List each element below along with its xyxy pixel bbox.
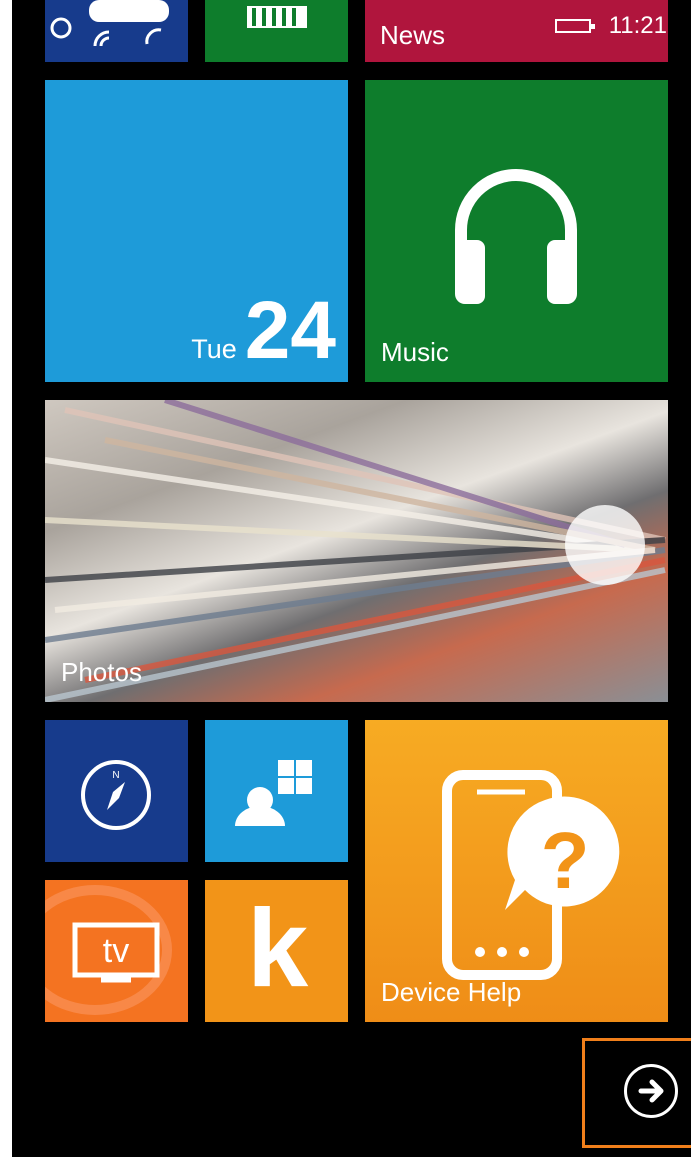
store-icon: [247, 6, 307, 28]
battery-icon: [554, 19, 595, 33]
tile-tv[interactable]: tv: [45, 880, 188, 1022]
tile-maps[interactable]: N: [45, 720, 188, 862]
tile-weather[interactable]: [45, 0, 188, 62]
tile-photos[interactable]: Photos: [45, 400, 668, 702]
people-icon: [235, 760, 312, 826]
start-screen: News 11:21 Tue 24 Music Photos N ? Devic…: [12, 0, 691, 1157]
calendar-day: Tue: [191, 334, 237, 365]
kindle-logo: k: [247, 887, 309, 1010]
tile-device-help[interactable]: ? Device Help: [365, 720, 668, 1022]
tile-people[interactable]: [205, 720, 348, 862]
svg-text:N: N: [112, 770, 119, 781]
calendar-date: Tue 24: [191, 285, 336, 377]
news-label: News: [380, 20, 446, 50]
device-help-label: Device Help: [381, 977, 522, 1007]
compass-icon: N: [81, 760, 151, 830]
arrow-right-circle-icon: [638, 1079, 664, 1103]
status-time: 11:21: [608, 12, 667, 39]
status-bar: 11:21: [554, 12, 667, 40]
tile-store[interactable]: [205, 0, 348, 62]
tv-label: tv: [103, 932, 129, 970]
svg-text:?: ?: [541, 816, 590, 905]
next-button[interactable]: [624, 1064, 678, 1118]
music-label: Music: [381, 337, 449, 367]
weather-icon: [50, 0, 169, 47]
tile-calendar[interactable]: Tue 24: [45, 80, 348, 382]
tv-icon: tv: [45, 885, 172, 1015]
photos-label: Photos: [61, 657, 142, 687]
tile-kindle[interactable]: k: [205, 880, 348, 1022]
tile-music[interactable]: Music: [365, 80, 668, 382]
calendar-date-number: 24: [244, 285, 336, 377]
